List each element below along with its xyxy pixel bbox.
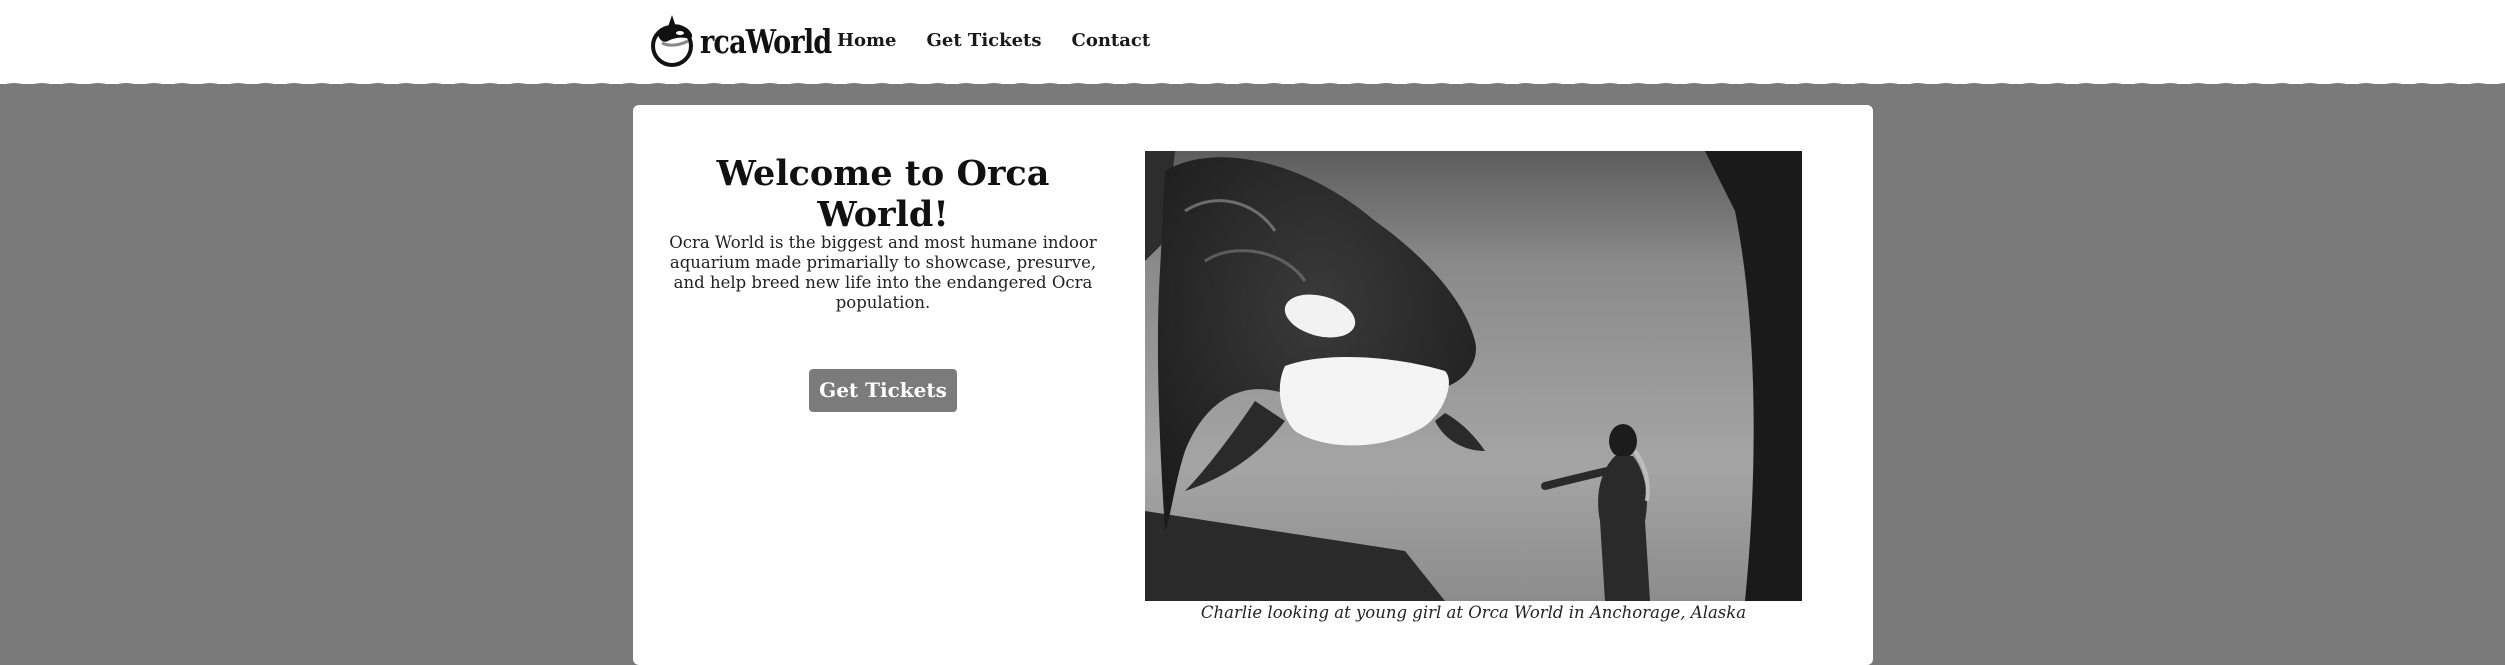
welcome-card: Welcome to Orca World! Ocra World is the… bbox=[633, 105, 1873, 665]
get-tickets-button[interactable]: Get Tickets bbox=[809, 369, 957, 412]
photo-caption: Charlie looking at young girl at Orca Wo… bbox=[1200, 603, 1747, 622]
page-title: Welcome to Orca World! bbox=[716, 153, 1050, 235]
site-header: rcaWorld Home Get Tickets Contact bbox=[0, 0, 2505, 84]
nav-get-tickets[interactable]: Get Tickets bbox=[927, 30, 1042, 51]
intro-description: Ocra World is the biggest and most human… bbox=[669, 233, 1097, 312]
orca-icon bbox=[651, 15, 693, 67]
nav-contact[interactable]: Contact bbox=[1072, 30, 1151, 51]
nav-home[interactable]: Home bbox=[837, 30, 897, 51]
orca-photo bbox=[1145, 151, 1802, 601]
site-logo[interactable]: rcaWorld bbox=[650, 12, 860, 70]
logo-text: rcaWorld bbox=[700, 21, 832, 61]
main-nav: Home Get Tickets Contact bbox=[837, 30, 1150, 51]
header-wave-divider bbox=[0, 83, 2505, 96]
